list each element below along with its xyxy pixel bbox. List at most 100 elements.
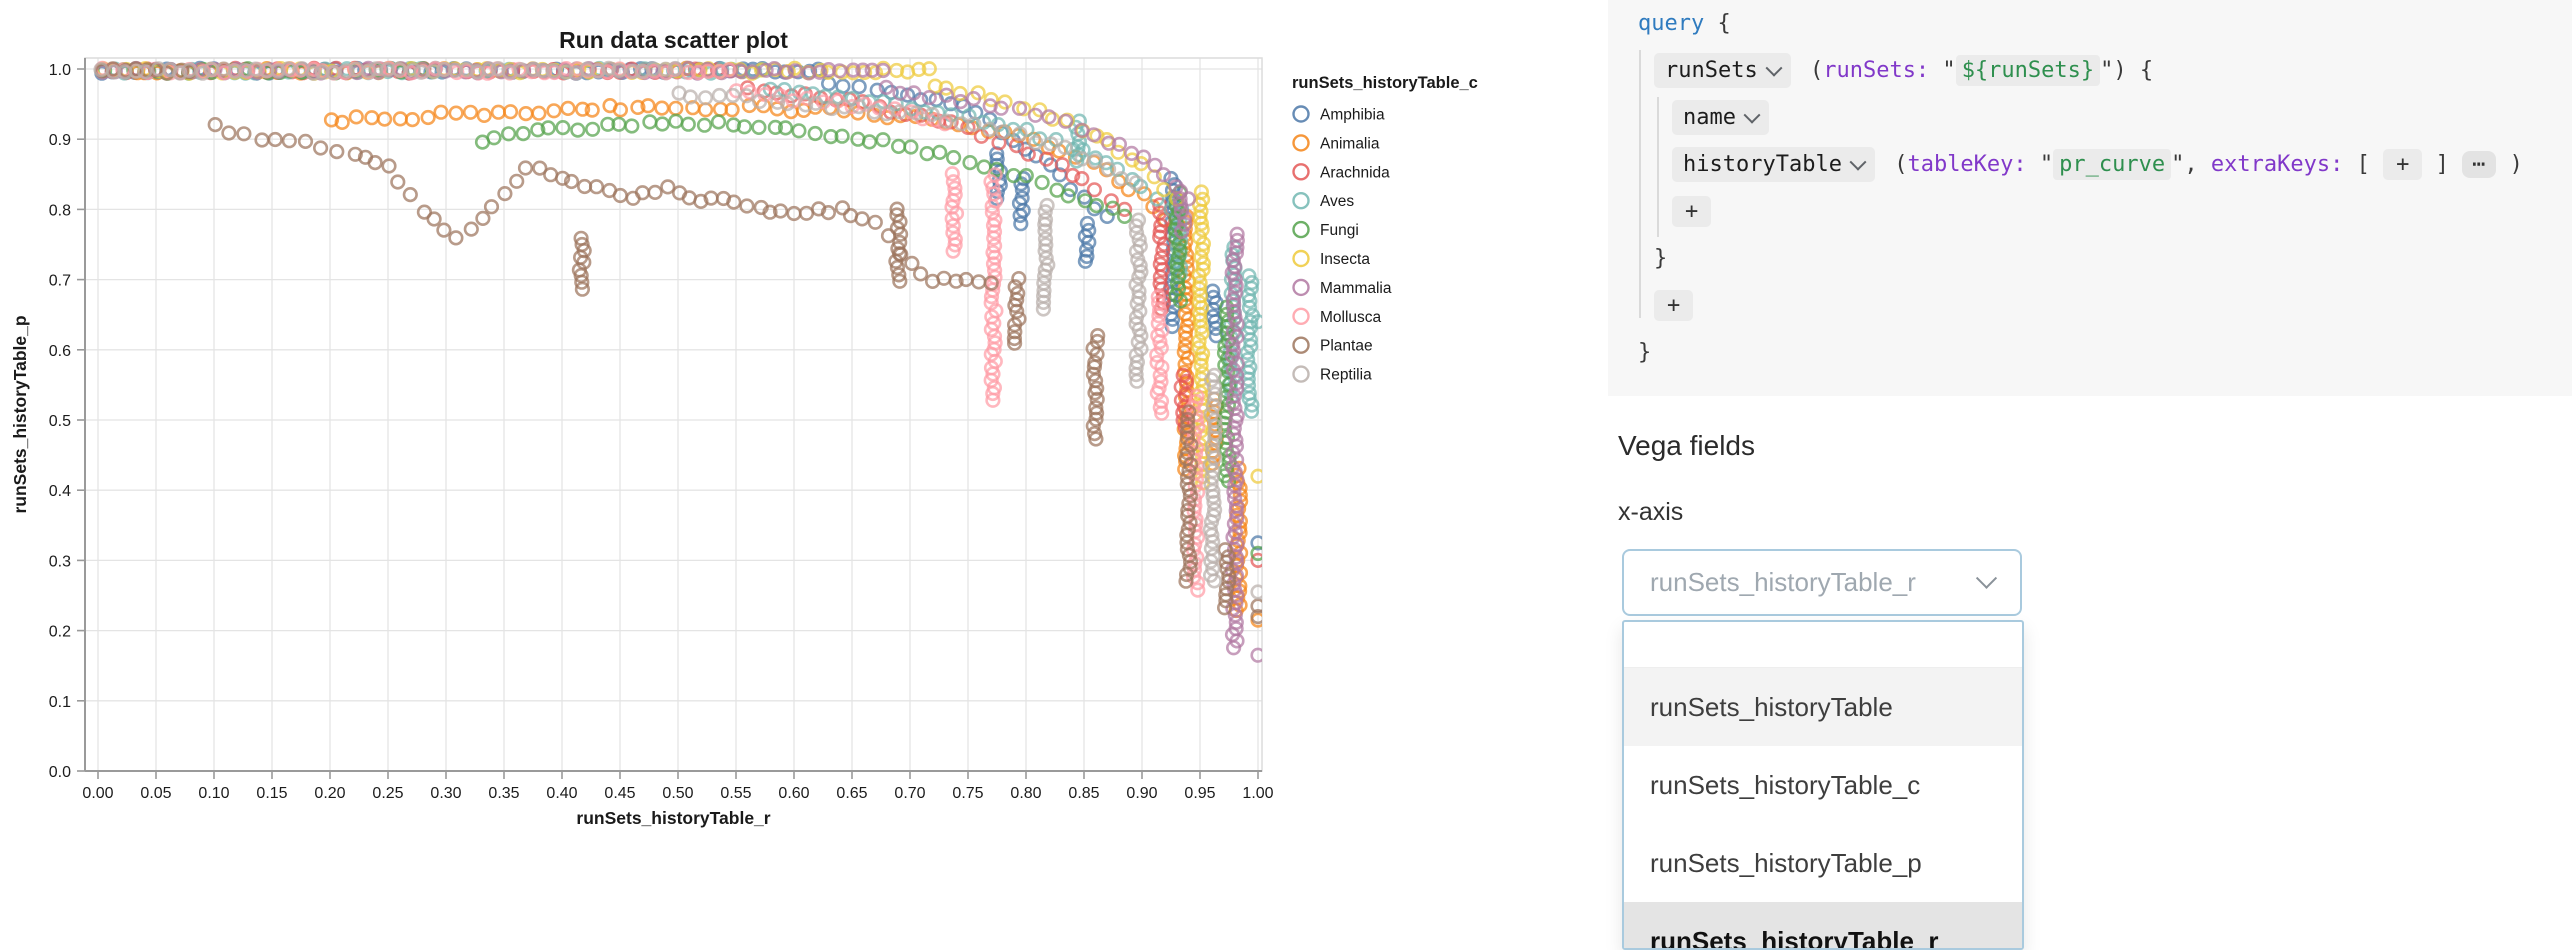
query-line-1: query { [1608,0,2572,47]
query-line-2: runSets (runSets: "${runSets}") { [1608,47,2572,94]
chevron-down-icon [1976,568,1997,589]
svg-text:Insecta: Insecta [1320,251,1370,268]
dropdown-option-selected[interactable]: runSets_historyTable_r [1624,902,2022,950]
x-axis-dropdown: runSets_historyTable runSets_historyTabl… [1622,620,2024,950]
dropdown-filter-input[interactable] [1624,622,2022,668]
paren: ( [1797,58,1824,83]
series-fungi [98,62,1264,559]
quote: " [2027,152,2054,177]
dropdown-option[interactable]: runSets_historyTable_c [1624,746,2022,824]
svg-text:Arachnida: Arachnida [1320,164,1390,181]
add-query-field-button[interactable]: + [1654,290,1693,321]
runsets-field-label: runSets [1665,58,1758,83]
legend-item-mollusca: Mollusca [1294,309,1382,326]
svg-text:0.0: 0.0 [49,764,71,781]
svg-text:0.6: 0.6 [49,343,71,360]
query-line-7: + [1608,282,2572,329]
quote: " [1929,58,1956,83]
legend-item-plantae: Plantae [1294,338,1373,355]
open-brace: { [1704,11,1731,36]
svg-text:Plantae: Plantae [1320,338,1373,355]
svg-text:0.4: 0.4 [49,483,71,500]
svg-text:0.25: 0.25 [372,785,403,802]
query-line-3: name [1608,94,2572,141]
x-axis-field-label: x-axis [1618,498,1683,527]
svg-text:0.90: 0.90 [1126,785,1157,802]
legend-item-insecta: Insecta [1294,251,1371,268]
svg-text:0.80: 0.80 [1010,785,1041,802]
name-field-chip[interactable]: name [1672,100,1769,135]
bracket: ] [2422,152,2462,177]
legend-item-amphibia: Amphibia [1294,107,1385,124]
svg-text:0.35: 0.35 [488,785,519,802]
svg-text:Amphibia: Amphibia [1320,107,1385,124]
svg-text:1.0: 1.0 [49,62,71,79]
query-line-4: historyTable (tableKey: "pr_curve", extr… [1608,141,2572,188]
runsets-template-value: ${runSets} [1956,55,2100,86]
close-paren-brace: ") { [2100,58,2153,83]
runsets-field-chip[interactable]: runSets [1654,53,1791,88]
svg-text:0.95: 0.95 [1184,785,1215,802]
svg-text:0.8: 0.8 [49,202,71,219]
x-axis-title: runSets_historyTable_r [576,808,770,828]
name-field-label: name [1683,105,1736,130]
dropdown-option[interactable]: runSets_historyTable [1624,668,2022,746]
svg-text:Aves: Aves [1320,193,1354,210]
add-field-button[interactable]: + [1672,196,1711,227]
wandb-chart-editor: 0.000.050.100.150.200.250.300.350.400.45… [0,0,2572,950]
dropdown-option[interactable]: runSets_historyTable_p [1624,824,2022,902]
svg-text:0.00: 0.00 [82,785,113,802]
svg-text:0.75: 0.75 [952,785,983,802]
svg-text:0.1: 0.1 [49,694,71,711]
query-editor-panel: query { runSets (runSets: "${runSets}") … [1608,0,2572,396]
svg-text:0.2: 0.2 [49,624,71,641]
svg-text:0.50: 0.50 [662,785,693,802]
query-line-8: } [1608,329,2572,376]
paren: ( [1881,152,1908,177]
svg-text:0.15: 0.15 [256,785,287,802]
quote-comma: ", [2171,152,2211,177]
svg-text:0.30: 0.30 [430,785,461,802]
vega-fields-heading: Vega fields [1618,430,1755,462]
chart-legend: runSets_historyTable_cAmphibiaAnimaliaAr… [1292,74,1478,384]
close-brace: } [1654,246,1667,271]
chevron-down-icon [1849,153,1866,170]
legend-item-fungi: Fungi [1294,222,1359,239]
query-line-6: } [1608,235,2572,282]
svg-text:0.45: 0.45 [604,785,635,802]
svg-text:0.70: 0.70 [894,785,925,802]
add-extrakey-button[interactable]: + [2383,149,2422,180]
paren: ) [2496,152,2523,177]
more-options-button[interactable]: ⋯ [2462,151,2496,178]
chart-title: Run data scatter plot [559,27,788,53]
query-line-5: + [1608,188,2572,235]
chevron-down-icon [1743,106,1760,123]
legend-item-aves: Aves [1294,193,1355,210]
scatter-points [95,62,1265,662]
svg-text:0.7: 0.7 [49,273,71,290]
svg-text:0.20: 0.20 [314,785,345,802]
legend-item-mammalia: Mammalia [1294,280,1392,297]
legend-item-animalia: Animalia [1294,135,1380,152]
historytable-field-chip[interactable]: historyTable [1672,147,1875,182]
svg-text:0.3: 0.3 [49,553,71,570]
svg-text:Reptilia: Reptilia [1320,367,1372,384]
svg-text:0.40: 0.40 [546,785,577,802]
svg-text:1.00: 1.00 [1242,785,1273,802]
tablekey-value: pr_curve [2053,149,2171,180]
x-axis-select-value: runSets_historyTable_r [1650,567,1916,598]
svg-text:0.60: 0.60 [778,785,809,802]
x-axis-select[interactable]: runSets_historyTable_r [1622,549,2022,616]
legend-item-arachnida: Arachnida [1294,164,1391,181]
svg-text:0.55: 0.55 [720,785,751,802]
svg-text:0.10: 0.10 [198,785,229,802]
scatter-plot-svg: 0.000.050.100.150.200.250.300.350.400.45… [0,0,1568,860]
query-keyword: query [1638,11,1704,36]
svg-text:Fungi: Fungi [1320,222,1359,239]
extrakeys-arg: extraKeys: [2211,152,2343,177]
bracket: [ [2343,152,2383,177]
runsets-arg: runSets: [1823,58,1929,83]
svg-text:0.5: 0.5 [49,413,71,430]
svg-text:Mammalia: Mammalia [1320,280,1392,297]
svg-text:0.65: 0.65 [836,785,867,802]
